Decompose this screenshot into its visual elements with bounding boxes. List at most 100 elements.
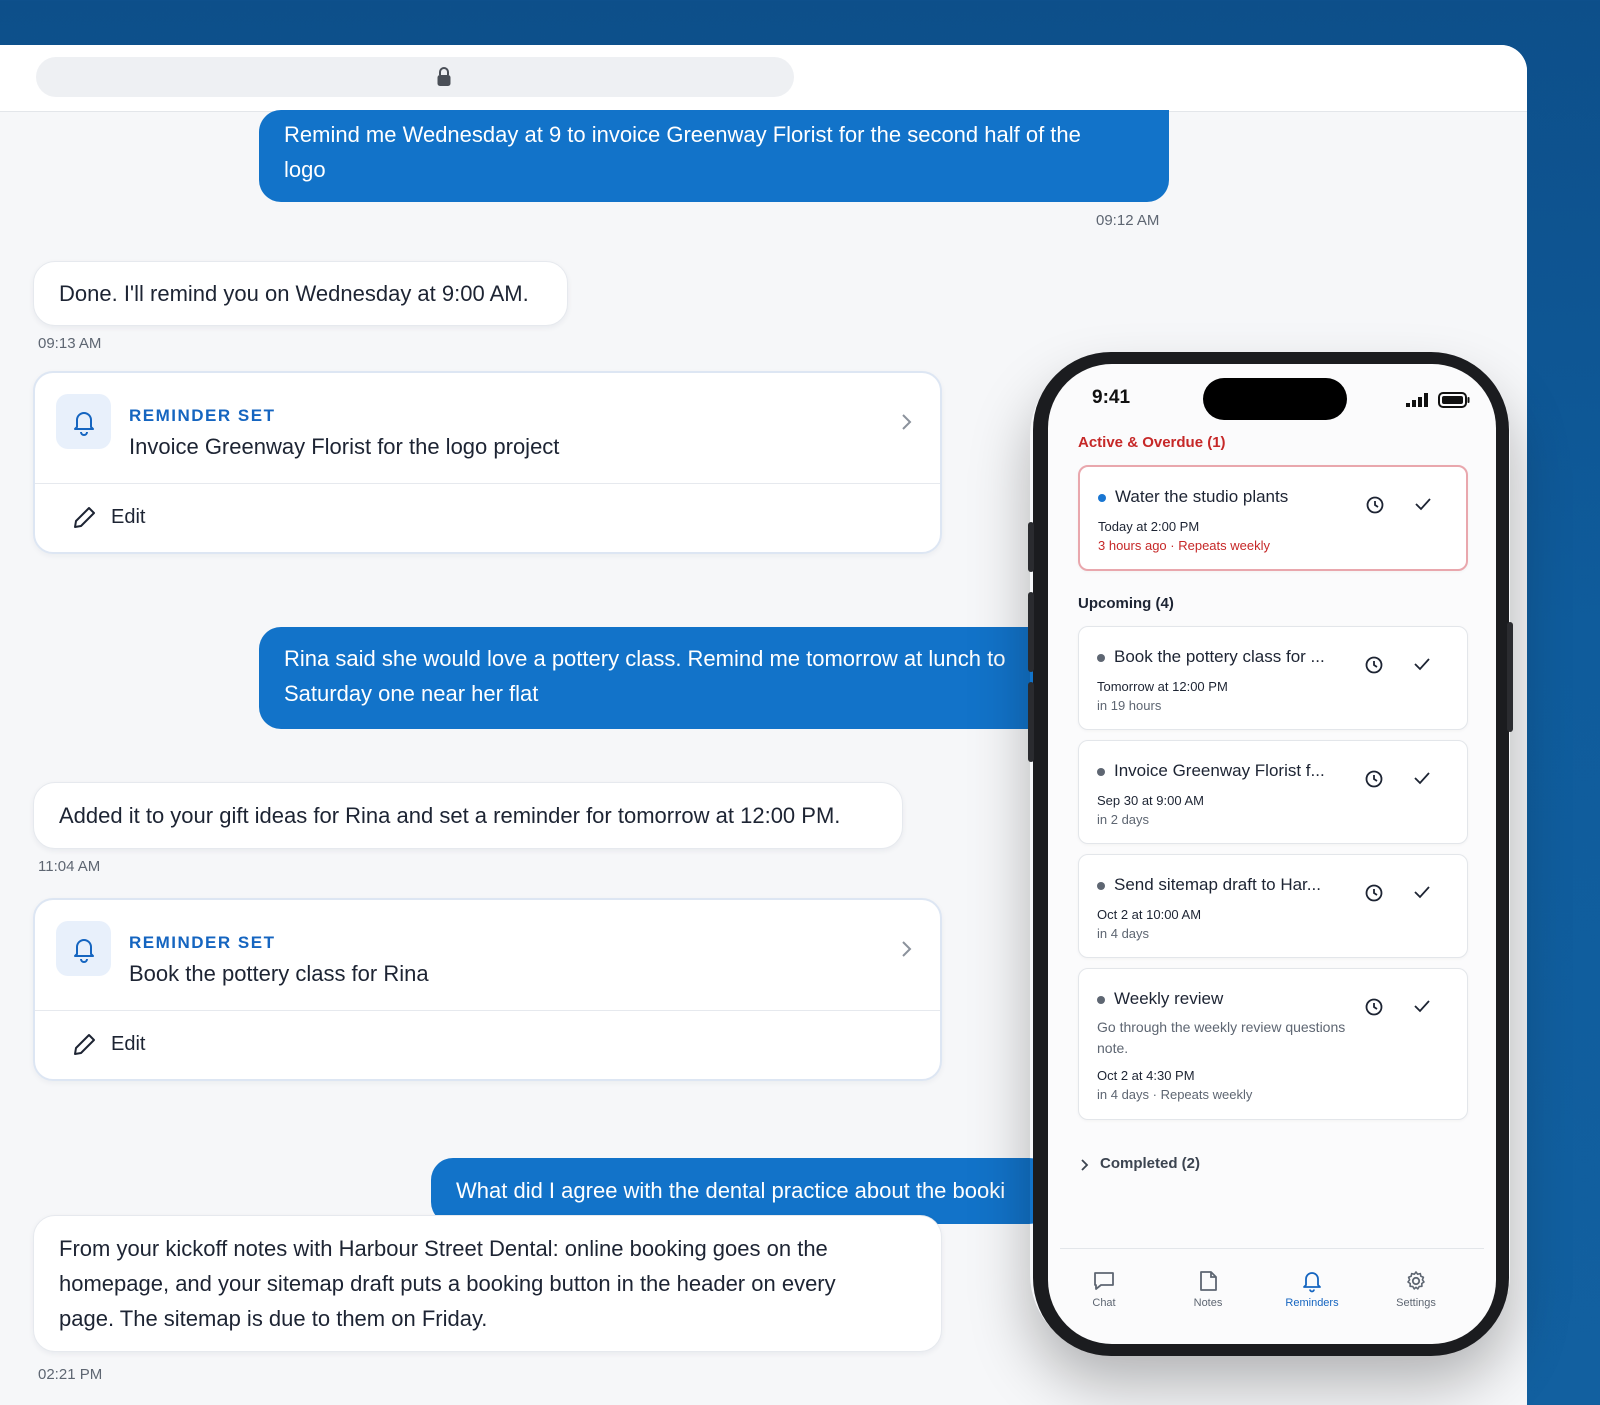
reminder-relative-time: in 19 hours: [1097, 698, 1162, 713]
tab-label: Notes: [1193, 1297, 1223, 1309]
reminder-item[interactable]: Water the studio plants Today at 2:00 PM…: [1078, 465, 1468, 571]
message-timestamp: 02:21 PM: [38, 1366, 103, 1383]
snooze-clock-icon[interactable]: [1364, 883, 1384, 903]
message-timestamp: 09:13 AM: [38, 335, 102, 352]
reminder-date: Oct 2 at 10:00 AM: [1097, 907, 1202, 922]
reminder-relative-time: in 4 days: [1097, 926, 1150, 941]
reminder-relative-time: in 2 days: [1097, 812, 1150, 827]
reminder-item[interactable]: Book the pottery class for ... Tomorrow …: [1078, 626, 1468, 730]
reminder-bell-badge: [56, 921, 111, 976]
phone-screen: 9:41 Active & Overdue (1) Water the stud…: [1048, 364, 1496, 1344]
reminder-card-header[interactable]: REMINDER SET Invoice Greenway Florist fo…: [35, 373, 940, 484]
reminder-title: Weekly review: [1114, 989, 1224, 1008]
phone-side-button: [1028, 592, 1034, 672]
message-text: homepage, and your sitemap draft puts a …: [59, 1271, 836, 1296]
reminder-title: Invoice Greenway Florist for the logo pr…: [129, 434, 560, 459]
reminder-relative-time: 3 hours ago · Repeats weekly: [1098, 538, 1270, 553]
reminder-title: Send sitemap draft to Har...: [1114, 875, 1321, 894]
pencil-icon: [74, 1034, 95, 1055]
tab-label: Settings: [1396, 1297, 1436, 1309]
assistant-message: Done. I'll remind you on Wednesday at 9:…: [33, 261, 568, 326]
snooze-clock-icon[interactable]: [1364, 769, 1384, 789]
lock-icon: [437, 67, 451, 86]
chevron-right-icon: [1081, 1159, 1089, 1171]
reminder-set-card[interactable]: REMINDER SET Invoice Greenway Florist fo…: [33, 371, 942, 554]
message-text: Added it to your gift ideas for Rina and…: [59, 803, 841, 828]
browser-toolbar: [0, 45, 1527, 112]
signal-icon: [1406, 393, 1428, 407]
snooze-clock-icon[interactable]: [1364, 997, 1384, 1017]
bell-icon: [1303, 1272, 1321, 1293]
snooze-clock-icon[interactable]: [1364, 655, 1384, 675]
bell-icon: [74, 412, 94, 436]
tab-bar-divider: [1060, 1248, 1484, 1249]
address-bar[interactable]: [36, 57, 794, 97]
complete-check-icon[interactable]: [1413, 656, 1431, 672]
notes-icon: [1200, 1271, 1217, 1291]
tab-reminders[interactable]: Reminders: [1277, 1269, 1347, 1309]
chat-icon: [1094, 1272, 1114, 1290]
reminder-description: Go through the weekly review questions n…: [1097, 1019, 1346, 1056]
message-text: Rina said she would love a pottery class…: [284, 646, 1006, 671]
reminder-bell-badge: [56, 394, 111, 449]
gear-icon: [1407, 1271, 1425, 1290]
status-dot: [1098, 494, 1106, 502]
tab-notes[interactable]: Notes: [1173, 1269, 1243, 1309]
status-dot: [1097, 996, 1105, 1004]
reminder-item[interactable]: Send sitemap draft to Har... Oct 2 at 10…: [1078, 854, 1468, 958]
reminder-title: Invoice Greenway Florist f...: [1114, 761, 1325, 780]
dynamic-island: [1203, 378, 1347, 420]
reminder-date: Sep 30 at 9:00 AM: [1097, 793, 1204, 808]
message-text: logo: [284, 157, 326, 182]
reminder-date: Oct 2 at 4:30 PM: [1097, 1068, 1195, 1083]
message-text: Saturday one near her flat: [284, 681, 539, 706]
status-dot: [1097, 654, 1105, 662]
tab-chat[interactable]: Chat: [1069, 1269, 1139, 1309]
completed-label: Completed (2): [1100, 1155, 1201, 1172]
reminder-set-card[interactable]: REMINDER SET Book the pottery class for …: [33, 898, 942, 1081]
tab-settings[interactable]: Settings: [1381, 1269, 1451, 1309]
reminder-relative-time: in 4 days · Repeats weekly: [1097, 1087, 1253, 1102]
message-timestamp: 09:12 AM: [1096, 212, 1160, 229]
reminder-title: Water the studio plants: [1115, 487, 1289, 506]
complete-check-icon[interactable]: [1414, 496, 1432, 512]
reminder-set-label: REMINDER SET: [129, 933, 276, 952]
snooze-clock-icon[interactable]: [1365, 495, 1385, 515]
complete-check-icon[interactable]: [1413, 770, 1431, 786]
reminder-set-label: REMINDER SET: [129, 406, 276, 425]
message-text: From your kickoff notes with Harbour Str…: [59, 1236, 828, 1261]
tab-label: Reminders: [1285, 1297, 1339, 1309]
reminder-card-header[interactable]: REMINDER SET Book the pottery class for …: [35, 900, 940, 1011]
reminder-item[interactable]: Invoice Greenway Florist f... Sep 30 at …: [1078, 740, 1468, 844]
chevron-right-icon[interactable]: [900, 940, 912, 958]
tab-label: Chat: [1092, 1297, 1116, 1309]
edit-label: Edit: [111, 506, 146, 528]
bell-icon: [74, 939, 94, 963]
status-dot: [1097, 768, 1105, 776]
complete-check-icon[interactable]: [1413, 884, 1431, 900]
battery-icon: [1438, 392, 1470, 408]
reminder-item[interactable]: Weekly review Go through the weekly revi…: [1078, 968, 1468, 1120]
message-text: Done. I'll remind you on Wednesday at 9:…: [59, 281, 529, 306]
assistant-message: From your kickoff notes with Harbour Str…: [33, 1215, 942, 1352]
edit-label: Edit: [111, 1033, 146, 1055]
phone-side-button: [1028, 682, 1034, 762]
reminder-title: Book the pottery class for ...: [1114, 647, 1325, 666]
user-message: Rina said she would love a pottery class…: [259, 627, 1059, 729]
pencil-icon: [74, 507, 95, 528]
chevron-right-icon[interactable]: [900, 413, 912, 431]
user-message: Remind me Wednesday at 9 to invoice Gree…: [259, 110, 1169, 202]
message-text: page. The sitemap is due to them on Frid…: [59, 1306, 488, 1331]
message-text: Remind me Wednesday at 9 to invoice Gree…: [284, 122, 1081, 147]
assistant-message: Added it to your gift ideas for Rina and…: [33, 782, 903, 849]
status-dot: [1097, 882, 1105, 890]
phone-power-button: [1507, 622, 1513, 732]
phone-side-button: [1028, 522, 1034, 572]
section-title-upcoming: Upcoming (4): [1078, 595, 1174, 612]
message-text: What did I agree with the dental practic…: [456, 1178, 1006, 1203]
complete-check-icon[interactable]: [1413, 998, 1431, 1014]
section-title-overdue: Active & Overdue (1): [1078, 434, 1226, 451]
reminder-title: Book the pottery class for Rina: [129, 961, 429, 986]
reminder-date: Today at 2:00 PM: [1098, 519, 1200, 534]
message-timestamp: 11:04 AM: [38, 858, 101, 875]
